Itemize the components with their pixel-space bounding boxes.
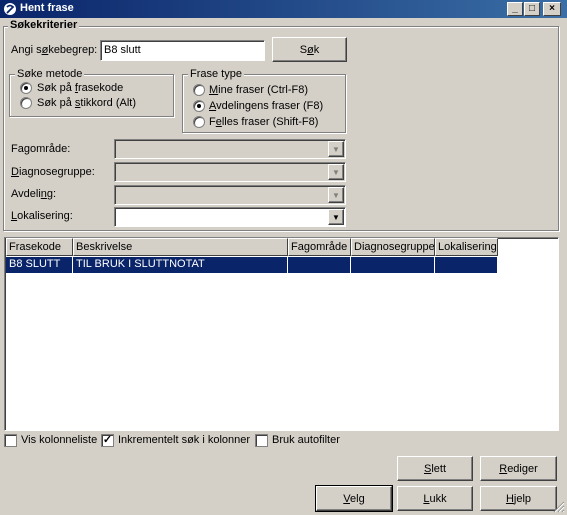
common-phrases-label: Felles fraser (Shift-F8) [209,116,319,128]
search-input[interactable]: B8 slutt [100,40,265,61]
search-by-code-label: Søk på frasekode [37,82,124,94]
column-header-fagomrade[interactable]: Fagområde [288,238,351,256]
chevron-down-icon[interactable]: ▼ [328,209,344,225]
autofilter-label: Bruk autofilter [272,434,340,446]
search-method-group [9,74,174,117]
inkrementelt-label: Inkrementelt søk i kolonner [118,434,251,446]
chevron-down-icon: ▼ [328,141,344,157]
vis-kolonneliste-checkbox[interactable] [4,434,17,447]
column-header-frasekode[interactable]: Frasekode [6,238,73,256]
my-phrases-label: Mine fraser (Ctrl-F8) [209,84,309,96]
fagomrade-dropdown: ▼ [114,139,346,159]
chevron-down-icon: ▼ [328,187,344,203]
help-button[interactable]: Hjelp [480,486,557,511]
phrase-type-label: Frase type [188,68,244,80]
column-header-beskrivelse[interactable]: Beskrivelse [73,238,288,256]
column-header-lokalisering[interactable]: Lokalisering [435,238,498,256]
lokalisering-dropdown[interactable]: ▼ [114,207,346,227]
criteria-group-label: Søkekriterier [8,19,80,31]
search-by-keyword-radio[interactable] [20,97,32,109]
diagnosegruppe-label: Diagnosegruppe: [11,166,95,178]
avdeling-label: Avdeling: [11,188,57,200]
department-phrases-radio[interactable] [193,100,205,112]
column-header-diagnosegruppe[interactable]: Diagnosegruppe [351,238,435,256]
department-phrases-label: Avdelingens fraser (F8) [209,100,324,112]
close-button[interactable]: × [543,2,561,16]
window-title: Hent frase [20,2,74,14]
title-bar: Hent frase _ □ × [0,0,567,18]
autofilter-checkbox[interactable] [255,434,268,447]
search-button[interactable]: Søk [272,37,347,62]
my-phrases-radio[interactable] [193,84,205,96]
fagomrade-label: Fagområde: [11,143,71,155]
search-label: Angi søkebegrep: [11,44,98,56]
vis-kolonneliste-label: Vis kolonneliste [21,434,98,446]
cell-fagomrade [288,257,351,273]
inkrementelt-checkbox[interactable]: ✓ [101,434,114,447]
chevron-down-icon: ▼ [328,164,344,180]
delete-button[interactable]: Slett [397,456,473,481]
results-grid[interactable]: Frasekode Beskrivelse Fagområde Diagnose… [4,237,559,431]
search-method-label: Søke metode [15,68,85,80]
resize-grip-icon[interactable] [552,500,565,513]
cell-beskrivelse: TIL BRUK I SLUTTNOTAT [73,257,288,273]
cell-lokalisering [435,257,497,273]
diagnosegruppe-dropdown: ▼ [114,162,346,182]
cell-diagnosegruppe [351,257,435,273]
minimize-button[interactable]: _ [507,2,523,16]
lokalisering-label: Lokalisering: [11,210,73,222]
search-by-keyword-label: Søk på stikkord (Alt) [37,97,137,109]
close-dialog-button[interactable]: Lukk [397,486,473,511]
select-button[interactable]: Velg [315,485,393,512]
common-phrases-radio[interactable] [193,116,205,128]
search-by-code-radio[interactable] [20,82,32,94]
maximize-button[interactable]: □ [524,2,540,16]
table-row[interactable]: B8 SLUTT TIL BRUK I SLUTTNOTAT [6,257,497,273]
avdeling-dropdown: ▼ [114,185,346,205]
app-icon [4,3,16,15]
edit-button[interactable]: Rediger [480,456,557,481]
cell-frasekode: B8 SLUTT [6,257,73,273]
